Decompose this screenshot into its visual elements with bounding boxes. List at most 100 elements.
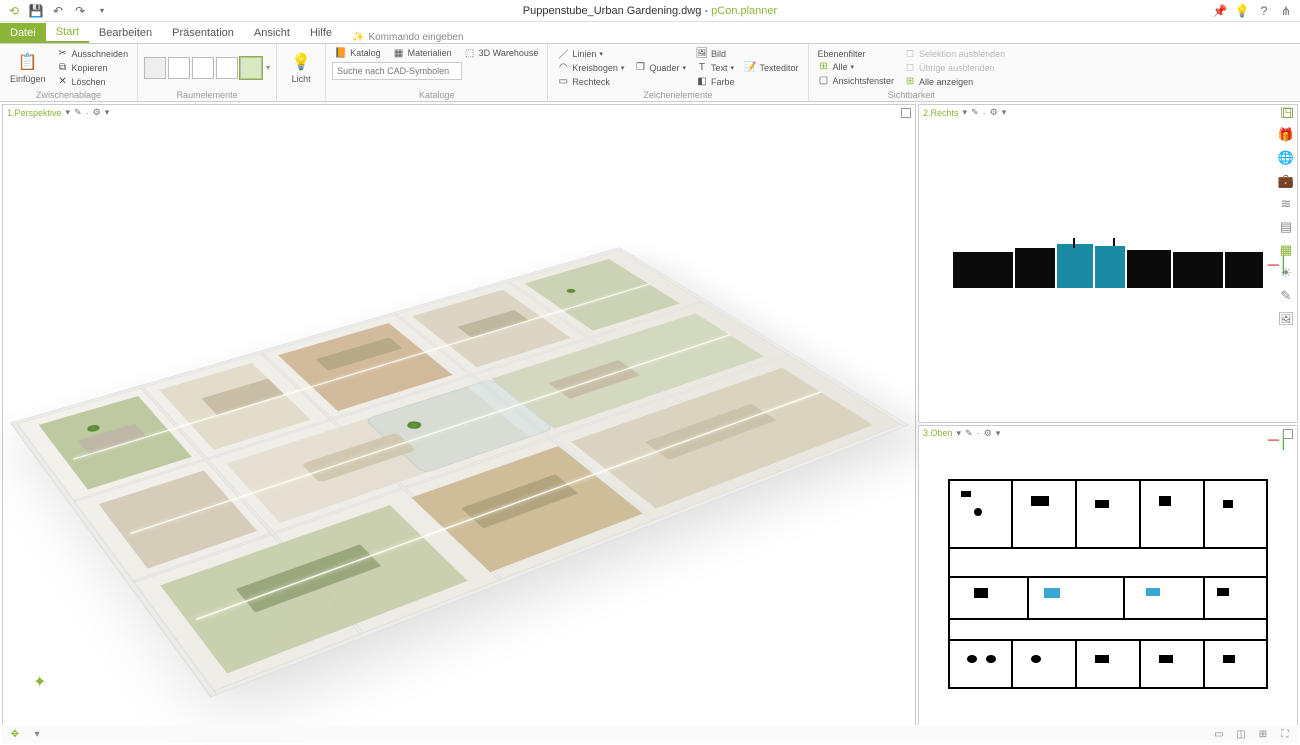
- tab-start[interactable]: Start: [46, 23, 89, 43]
- viewport-area: 1.Perspektive▾✎·⚙▾ ✦: [0, 102, 1300, 745]
- viewport-restore-button[interactable]: [1283, 429, 1293, 439]
- viewport-restore-button[interactable]: [901, 108, 911, 118]
- sidetool-cube-icon[interactable]: ◳: [1276, 102, 1296, 122]
- alle-anzeigen-button[interactable]: ⊞Alle anzeigen: [901, 75, 1008, 89]
- sidetool-briefcase-icon[interactable]: 💼: [1276, 171, 1296, 191]
- licht-button[interactable]: 💡Licht: [283, 50, 319, 86]
- room-shape-picker: [144, 57, 262, 79]
- rect-icon: ▭: [557, 76, 569, 88]
- bild-button[interactable]: 🖼Bild: [693, 47, 738, 61]
- sidetool-globe-icon[interactable]: 🌐: [1276, 148, 1296, 168]
- pin-icon[interactable]: 📌: [1212, 3, 1228, 19]
- save-icon[interactable]: 💾: [28, 3, 44, 19]
- viewport-rechts-label[interactable]: 2.Rechts▾✎·⚙▾: [923, 107, 1006, 118]
- light-icon: 💡: [291, 52, 311, 72]
- room-shape-4[interactable]: [216, 57, 238, 79]
- room-shape-2[interactable]: [168, 57, 190, 79]
- ebenenfilter-button[interactable]: Ebenenfilter: [815, 48, 898, 60]
- viewport-perspective-label[interactable]: 1.Perspektive▾✎·⚙▾: [7, 107, 109, 118]
- window-title: Puppenstube_Urban Gardening.dwg - pCon.p…: [0, 5, 1300, 17]
- viewport-oben-label[interactable]: 3.Oben▾✎·⚙▾: [923, 428, 1000, 439]
- selektion-ausblenden-button[interactable]: ◻Selektion ausblenden: [901, 47, 1008, 61]
- ribbon: 📋Einfügen ✂Ausschneiden ⧉Kopieren ✕Lösch…: [0, 44, 1300, 102]
- copy-icon: ⧉: [57, 62, 69, 74]
- room-dropdown-icon[interactable]: ▾: [266, 63, 270, 72]
- ribbon-group-zwischenablage: 📋Einfügen ✂Ausschneiden ⧉Kopieren ✕Lösch…: [0, 44, 138, 101]
- title-bar: ⟲ 💾 ↶ ↷ ▾ Puppenstube_Urban Gardening.dw…: [0, 0, 1300, 22]
- ribbon-group-licht: 💡Licht: [277, 44, 326, 101]
- brush-icon: ✎: [965, 428, 973, 439]
- layout-1-icon[interactable]: ▭: [1212, 727, 1226, 741]
- gear-icon: ⚙: [93, 107, 101, 118]
- texteditor-button[interactable]: 📝Texteditor: [741, 61, 801, 75]
- fullscreen-icon[interactable]: ⛶: [1278, 727, 1292, 741]
- hide-sel-icon: ◻: [904, 48, 916, 60]
- viewport-perspective[interactable]: 1.Perspektive▾✎·⚙▾ ✦: [2, 104, 916, 743]
- room-shape-3[interactable]: [192, 57, 214, 79]
- materialien-button[interactable]: ▦Materialien: [390, 46, 455, 60]
- side-toolbar: ◳ 🎁 🌐 💼 ≋ ▤ ▦ ☀ ✎ 🖼: [1276, 102, 1298, 329]
- rechteck-button[interactable]: ▭Rechteck: [554, 75, 627, 89]
- ausschneiden-button[interactable]: ✂Ausschneiden: [54, 47, 132, 61]
- einfuegen-button[interactable]: 📋Einfügen: [6, 50, 50, 86]
- viewport-rechts[interactable]: 2.Rechts▾✎·⚙▾ ─│: [918, 104, 1298, 423]
- status-icon[interactable]: ▾: [30, 727, 44, 741]
- move-gizmo-icon[interactable]: ✥: [8, 727, 22, 741]
- ribbon-group-zeichenelemente: ／Linien ▾ ◠Kreisbogen ▾ ▭Rechteck ❒Quade…: [548, 44, 808, 101]
- layout-3-icon[interactable]: ⊞: [1256, 727, 1270, 741]
- tab-bearbeiten[interactable]: Bearbeiten: [89, 23, 162, 43]
- color-icon: ◧: [696, 76, 708, 88]
- cad-search-input[interactable]: [332, 62, 462, 80]
- ribbon-group-raumelemente: ▾ Raumelemente: [138, 44, 277, 101]
- gear-icon: ⚙: [990, 107, 998, 118]
- quick-access-toolbar: ⟲ 💾 ↶ ↷ ▾: [0, 3, 116, 19]
- warehouse-icon: ⬚: [464, 47, 476, 59]
- layout-2-icon[interactable]: ◫: [1234, 727, 1248, 741]
- hide-other-icon: ◻: [904, 62, 916, 74]
- ansichtsfenster-button[interactable]: ▢Ansichtsfenster: [815, 74, 898, 88]
- room-shape-1[interactable]: [144, 57, 166, 79]
- quader-button[interactable]: ❒Quader ▾: [631, 61, 689, 75]
- kommando-input[interactable]: ✨Kommando eingeben: [352, 32, 464, 43]
- ribbon-group-sichtbarkeit: Ebenenfilter ⊞Alle ▾ ▢Ansichtsfenster ◻S…: [809, 44, 1015, 101]
- tab-hilfe[interactable]: Hilfe: [300, 23, 342, 43]
- sidetool-layers-icon[interactable]: ≋: [1276, 194, 1296, 214]
- help-icon[interactable]: ?: [1256, 3, 1272, 19]
- warehouse-button[interactable]: ⬚3D Warehouse: [461, 46, 542, 60]
- tab-praesentation[interactable]: Präsentation: [162, 23, 244, 43]
- sidetool-stack-icon[interactable]: ▤: [1276, 217, 1296, 237]
- line-icon: ／: [557, 48, 569, 60]
- sidetool-picture-icon[interactable]: 🖼: [1276, 309, 1296, 329]
- bulb-icon[interactable]: 💡: [1234, 3, 1250, 19]
- loeschen-button[interactable]: ✕Löschen: [54, 75, 132, 89]
- room-shape-5[interactable]: [240, 57, 262, 79]
- sidetool-box-icon[interactable]: 🎁: [1276, 125, 1296, 145]
- paste-icon: 📋: [18, 52, 38, 72]
- viewport-oben[interactable]: 3.Oben▾✎·⚙▾ ─│: [918, 425, 1298, 744]
- linien-button[interactable]: ／Linien ▾: [554, 47, 627, 61]
- sidetool-grid-icon[interactable]: ▦: [1276, 240, 1296, 260]
- farbe-button[interactable]: ◧Farbe: [693, 75, 738, 89]
- alle-button[interactable]: ⊞Alle ▾: [815, 60, 898, 74]
- kopieren-button[interactable]: ⧉Kopieren: [54, 61, 132, 75]
- refresh-icon[interactable]: ⟲: [6, 3, 22, 19]
- qat-dropdown-icon[interactable]: ▾: [94, 3, 110, 19]
- render-3d: [33, 145, 885, 702]
- sidetool-pen-icon[interactable]: ✎: [1276, 286, 1296, 306]
- katalog-button[interactable]: 📙Katalog: [332, 46, 384, 60]
- uebrige-ausblenden-button[interactable]: ◻Übrige ausblenden: [901, 61, 1008, 75]
- text-button[interactable]: TText ▾: [693, 61, 738, 75]
- redo-icon[interactable]: ↷: [72, 3, 88, 19]
- cut-icon: ✂: [57, 48, 69, 60]
- brush-icon: ✎: [971, 107, 979, 118]
- share-icon[interactable]: ⋔: [1278, 3, 1294, 19]
- sidetool-sun-icon[interactable]: ☀: [1276, 263, 1296, 283]
- ribbon-tabs: Datei Start Bearbeiten Präsentation Ansi…: [0, 22, 1300, 44]
- texteditor-icon: 📝: [744, 62, 756, 74]
- elevation-drawing: [953, 238, 1263, 288]
- tab-datei[interactable]: Datei: [0, 23, 46, 43]
- undo-icon[interactable]: ↶: [50, 3, 66, 19]
- tab-ansicht[interactable]: Ansicht: [244, 23, 300, 43]
- wand-icon: ✨: [352, 32, 364, 43]
- kreisbogen-button[interactable]: ◠Kreisbogen ▾: [554, 61, 627, 75]
